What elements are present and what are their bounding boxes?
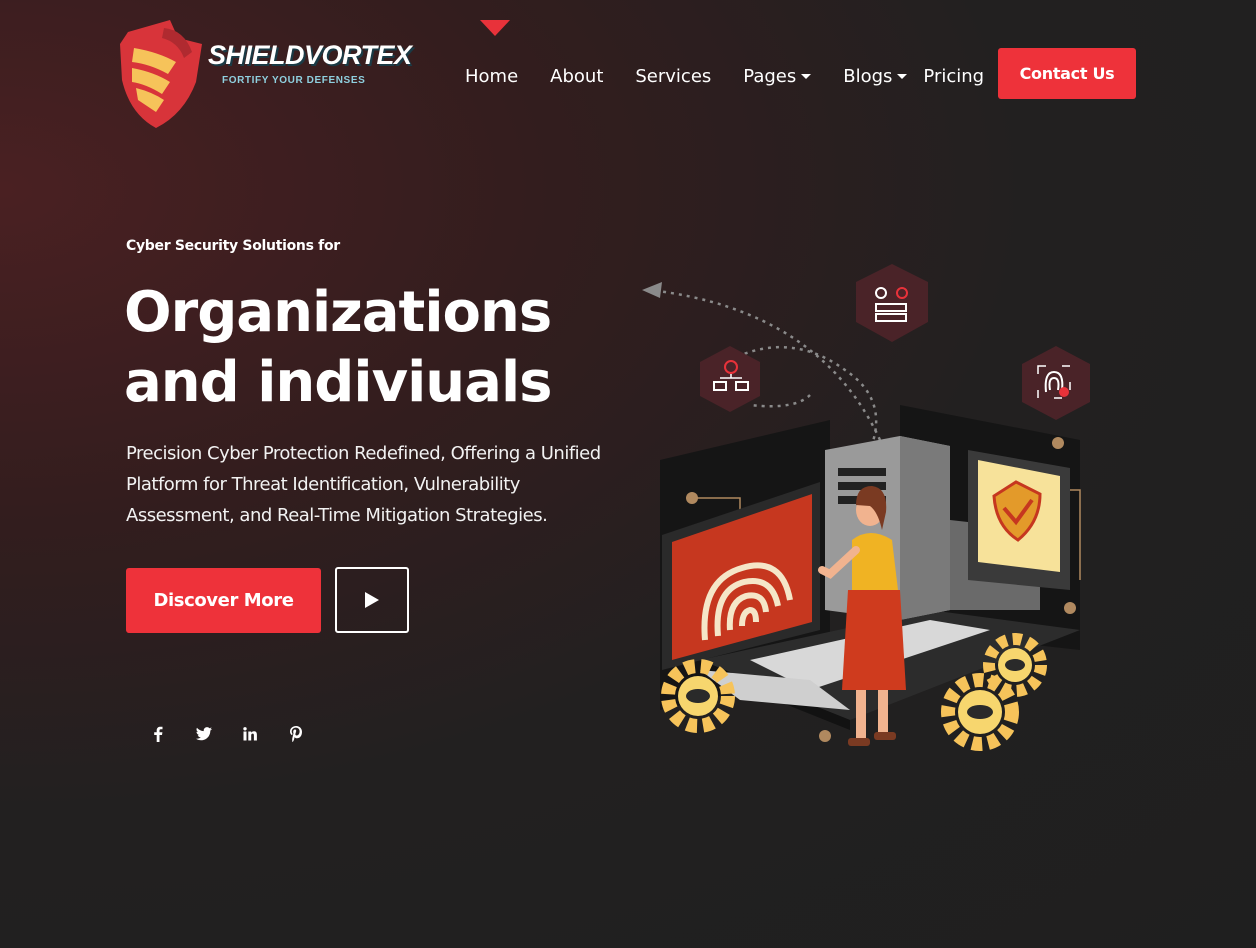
nav-label: Services xyxy=(635,65,712,87)
nav-item-about[interactable]: About xyxy=(550,66,603,87)
main-nav: Home About Services Pages Blogs Pricing xyxy=(465,62,1016,90)
nav-label: Blogs xyxy=(843,65,893,87)
server-bug-icon xyxy=(856,264,928,342)
play-icon xyxy=(365,592,379,608)
linkedin-link[interactable] xyxy=(238,722,262,746)
facebook-icon xyxy=(154,726,163,742)
cyber-security-illustration xyxy=(642,264,1090,751)
brand-logo[interactable]: SHIELDVORTEX FORTIFY YOUR DEFENSES xyxy=(118,18,412,130)
nav-label: Pricing xyxy=(923,65,985,87)
nav-item-home[interactable]: Home xyxy=(465,66,518,87)
active-nav-indicator xyxy=(480,20,510,36)
contact-us-button[interactable]: Contact Us xyxy=(998,48,1136,99)
facebook-link[interactable] xyxy=(146,722,170,746)
play-video-button[interactable] xyxy=(335,567,409,633)
shield-logo-icon xyxy=(120,20,202,128)
nav-item-pricing[interactable]: Pricing xyxy=(923,66,984,87)
hero-title: Organizations and indiviuals xyxy=(124,278,644,418)
nav-item-pages[interactable]: Pages xyxy=(743,65,812,87)
hero-description: Precision Cyber Protection Redefined, Of… xyxy=(126,443,601,526)
nav-item-services[interactable]: Services xyxy=(635,66,711,87)
hero-title-line1: Organizations xyxy=(124,280,552,345)
nav-label: Home xyxy=(465,65,519,87)
fingerprint-bug-icon xyxy=(1022,346,1090,420)
nav-label: Pages xyxy=(743,65,797,87)
twitter-icon xyxy=(196,727,212,741)
network-skull-icon xyxy=(700,346,760,412)
brand-tagline: FORTIFY YOUR DEFENSES xyxy=(222,75,366,86)
caret-down-icon xyxy=(801,73,812,79)
hero-eyebrow: Cyber Security Solutions for xyxy=(126,238,340,254)
nav-item-blogs[interactable]: Blogs xyxy=(843,65,908,87)
pinterest-link[interactable] xyxy=(284,722,308,746)
social-links xyxy=(146,722,330,746)
nav-label: About xyxy=(550,65,604,87)
hero-title-line2: and indiviuals xyxy=(124,350,552,415)
caret-down-icon xyxy=(897,73,908,79)
discover-more-button[interactable]: Discover More xyxy=(126,568,321,633)
pinterest-icon xyxy=(290,726,302,742)
linkedin-icon xyxy=(243,727,257,741)
twitter-link[interactable] xyxy=(192,722,216,746)
brand-name: SHIELDVORTEX xyxy=(208,40,412,70)
